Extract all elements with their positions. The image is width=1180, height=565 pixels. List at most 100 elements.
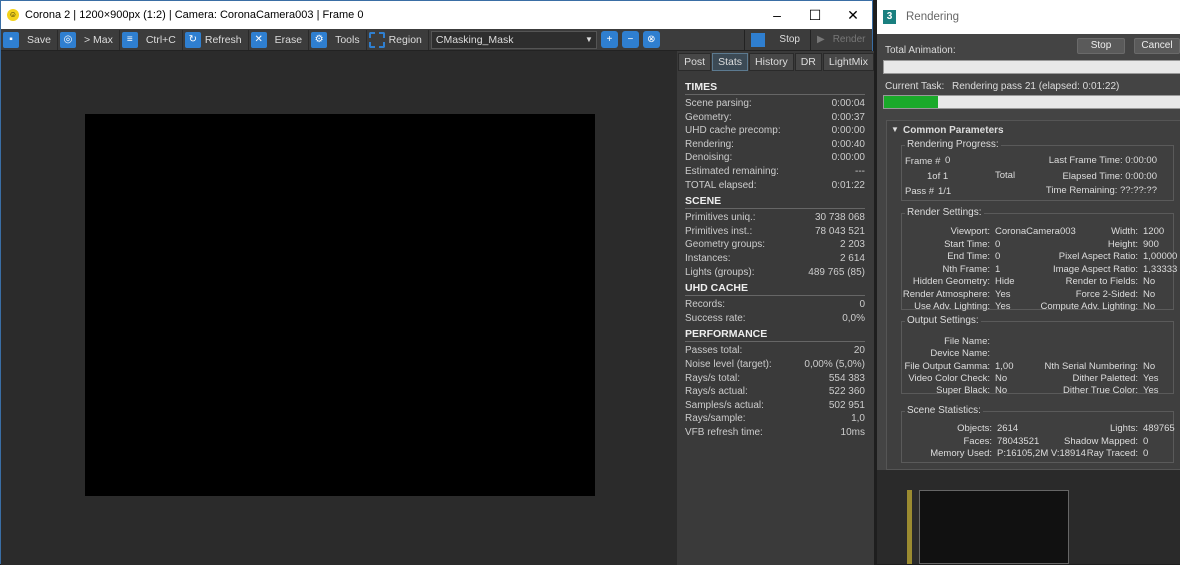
setting-value: 0	[1143, 448, 1149, 459]
frame-value: 0	[945, 155, 951, 166]
stats-label: Success rate:	[685, 312, 746, 324]
setting-value: CoronaCamera003	[995, 226, 1076, 237]
current-task: Rendering pass 21 (elapsed: 0:01:22)	[952, 81, 1120, 92]
erase-button[interactable]: ✕ Erase	[250, 29, 310, 50]
rendered-image	[85, 114, 595, 496]
max-viewport-background	[877, 470, 1180, 564]
setting-label: Faces:	[963, 435, 992, 447]
cancel-button[interactable]: Cancel	[1134, 38, 1180, 54]
copy-button[interactable]: ≡ Ctrl+C	[121, 29, 183, 50]
tab-history[interactable]: History	[749, 53, 794, 71]
refresh-button[interactable]: ↻ Refresh	[184, 29, 249, 50]
setting-value: 489765	[1143, 423, 1175, 434]
frame-label: Frame #	[905, 156, 941, 167]
setting-value: 0	[995, 251, 1001, 262]
setting-label: Render to Fields:	[1065, 276, 1138, 287]
channel-value: CMasking_Mask	[435, 33, 514, 46]
stats-row: Scene parsing: 0:00:04	[685, 97, 865, 111]
stats-panel: Post Stats History DR LightMix TIMES Scen…	[677, 51, 874, 565]
stats-value: 1,0	[851, 413, 865, 425]
stop-button[interactable]: Stop	[744, 29, 808, 50]
stats-label: Samples/s actual:	[685, 399, 764, 411]
setting-label: Dither Paletted:	[1072, 372, 1138, 384]
group-title: Render Settings:	[905, 207, 984, 218]
setting-value: Yes	[995, 288, 1011, 300]
setting-value: Hide	[995, 276, 1015, 287]
stats-row: Geometry groups: 2 203	[685, 238, 865, 252]
zoom-out-icon[interactable]: −	[621, 31, 639, 48]
render-button[interactable]: ▶ Render	[810, 29, 872, 50]
zoom-in-icon[interactable]: +	[600, 31, 618, 48]
refresh-label: Refresh	[204, 33, 242, 46]
tab-post[interactable]: Post	[678, 53, 712, 71]
stats-label: Lights (groups):	[685, 266, 755, 278]
stats-row: VFB refresh time: 10ms	[685, 426, 865, 440]
stats-label: Rendering:	[685, 138, 734, 150]
refresh-icon: ↻	[184, 31, 201, 48]
tab-dr[interactable]: DR	[794, 53, 822, 71]
common-parameters-title[interactable]: Common Parameters	[903, 125, 1004, 136]
minimize-button[interactable]: –	[758, 7, 796, 24]
total-label: Total	[995, 170, 1016, 181]
stats-label: Rays/sample:	[685, 413, 746, 425]
stats-label: TOTAL elapsed:	[685, 179, 757, 191]
stats-value: ---	[855, 165, 865, 177]
stats-row: Denoising: 0:00:00	[685, 151, 865, 165]
max-button[interactable]: ◎ > Max	[59, 29, 120, 50]
stats-label: Instances:	[685, 252, 731, 264]
setting-label: Use Adv. Lighting:	[914, 301, 990, 312]
3dsmax-logo-icon: 3	[883, 10, 896, 24]
time-remaining: Time Remaining: ??:??:??	[1045, 185, 1157, 196]
region-button[interactable]: Region	[368, 29, 429, 50]
zoom-fit-icon[interactable]: ⊗	[642, 31, 660, 48]
stop-button[interactable]: Stop	[1077, 38, 1125, 54]
current-task-progress	[883, 95, 1180, 109]
setting-label: Pixel Aspect Ratio:	[1058, 251, 1138, 262]
corona-logo-icon: ☺	[7, 9, 19, 21]
stats-label: UHD cache precomp:	[685, 125, 781, 137]
frame-count: 1of 1	[927, 171, 949, 182]
stats-label: Primitives uniq.:	[685, 212, 756, 224]
setting-value: No	[1143, 301, 1156, 312]
tab-stats[interactable]: Stats	[712, 53, 749, 71]
save-button[interactable]: ▪ Save	[3, 29, 58, 50]
channel-select[interactable]: CMasking_Mask ▼	[430, 30, 597, 49]
stats-value: 0	[859, 299, 865, 311]
total-animation-label: Total Animation:	[885, 45, 956, 56]
render-settings-group: Render Settings: Viewport: CoronaCamera003…	[901, 207, 1177, 312]
stats-row: Samples/s actual: 502 951	[685, 399, 865, 413]
collapse-arrow-icon[interactable]: ▼	[891, 125, 899, 134]
render-canvas[interactable]	[1, 51, 677, 565]
maximize-button[interactable]: ☐	[796, 7, 834, 24]
save-icon: ▪	[3, 31, 19, 48]
setting-value: Yes	[1143, 385, 1159, 397]
close-button[interactable]: ✕	[834, 7, 872, 24]
stats-value: 522 360	[828, 386, 865, 398]
output-settings-group: Output Settings: File Name: Device Name: Fi…	[901, 315, 1174, 397]
copy-icon: ≡	[121, 31, 138, 48]
stats-value: 20	[853, 345, 865, 357]
setting-value: No	[1143, 360, 1156, 372]
max-label: > Max	[83, 33, 113, 46]
spiral-icon: ◎	[59, 31, 76, 48]
dialog-title: Rendering	[906, 11, 960, 23]
stats-value: 0:00:04	[831, 98, 865, 109]
stats-label: Denoising:	[685, 152, 733, 164]
setting-value: 1	[995, 263, 1001, 275]
stats-row: UHD cache precomp: 0:00:00	[685, 124, 865, 138]
group-title: Scene Statistics:	[905, 405, 983, 416]
setting-value: No	[1143, 288, 1156, 300]
setting-label: Start Time:	[944, 238, 990, 250]
viewport[interactable]	[919, 490, 1069, 564]
save-label: Save	[27, 33, 51, 46]
stats-label: Passes total:	[685, 345, 743, 357]
stats-value: 0,00% (5,0%)	[804, 358, 865, 370]
total-animation-progress	[883, 60, 1180, 74]
play-icon: ▶	[817, 34, 825, 45]
setting-value: 1,00	[995, 360, 1014, 372]
tab-lightmix[interactable]: LightMix	[822, 53, 874, 71]
stats-row: Primitives inst.: 78 043 521	[685, 225, 865, 239]
tools-button[interactable]: ⚙ Tools	[311, 29, 367, 50]
stats-row: Rendering: 0:00:40	[685, 138, 865, 152]
last-frame-time: Last Frame Time: 0:00:00	[1048, 155, 1157, 166]
